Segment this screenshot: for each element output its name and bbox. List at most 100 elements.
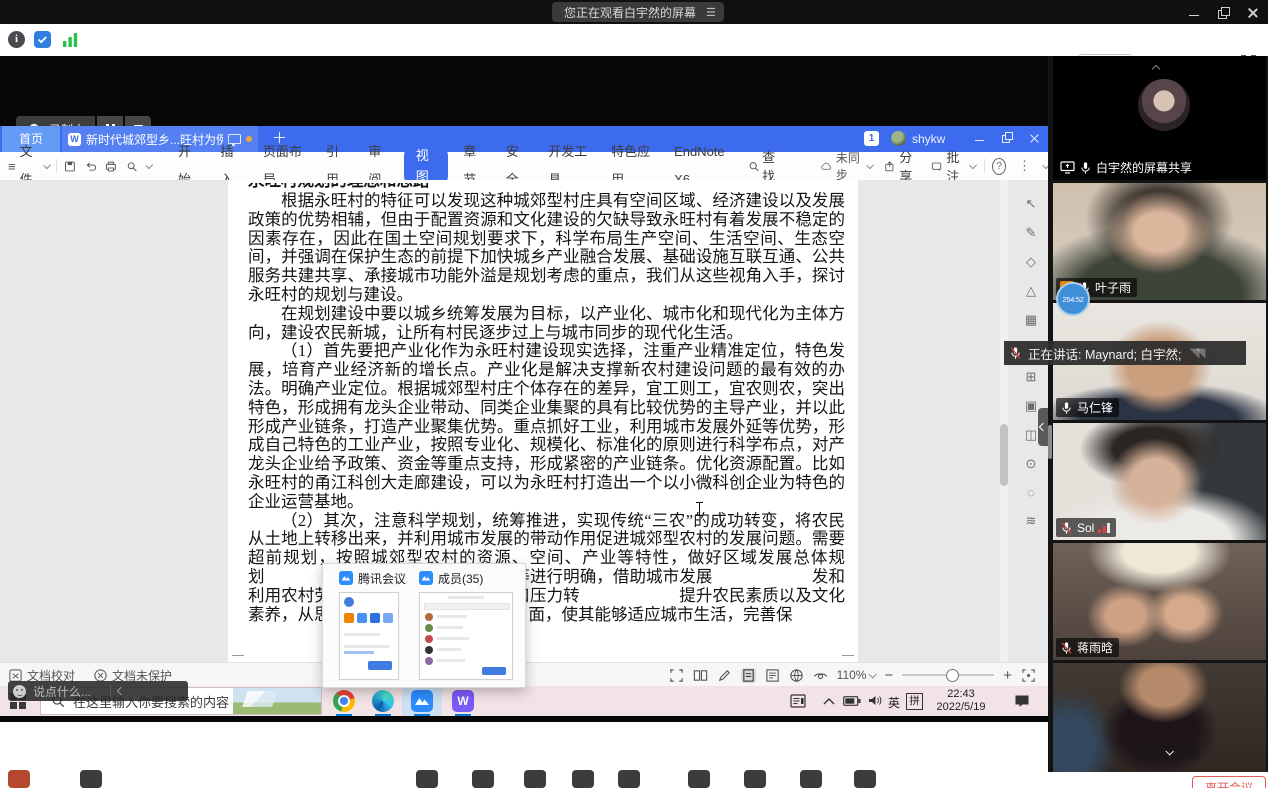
tool-waves-icon[interactable]: ≋	[1026, 513, 1037, 529]
meeting-toolbar-cut-icon[interactable]	[8, 770, 30, 788]
sync-status[interactable]: 未同步	[821, 149, 872, 183]
taskbar-clock[interactable]: 22:43 2022/5/19	[925, 688, 997, 714]
notification-badge[interactable]: 1	[864, 131, 879, 146]
tool-circle-icon[interactable]: ◌	[1027, 485, 1035, 500]
action-center-icon[interactable]	[1014, 694, 1030, 708]
wps-taskbar-icon[interactable]: W	[452, 690, 474, 712]
tool-pen-icon[interactable]: ✎	[1026, 225, 1037, 241]
chrome-icon[interactable]	[333, 690, 355, 712]
tencent-meeting-icon[interactable]	[411, 690, 433, 712]
zoom-slider[interactable]	[902, 674, 994, 676]
two-page-view-icon[interactable]	[693, 668, 708, 683]
ink-edit-icon[interactable]	[717, 668, 732, 683]
participant-tile-yeziyu[interactable]: 叶子雨	[1053, 183, 1266, 300]
outline-view-icon[interactable]	[765, 668, 780, 683]
tool-select-icon[interactable]: ↖	[1026, 196, 1037, 212]
tool-target-icon[interactable]: ⊙	[1026, 456, 1037, 472]
meeting-taskbar-cell[interactable]	[402, 686, 442, 716]
preview-meeting-window[interactable]: 腾讯会议	[339, 570, 406, 586]
web-view-icon[interactable]	[789, 668, 804, 683]
zoom-in-icon[interactable]: +	[1003, 667, 1012, 684]
document-scrollbar[interactable]	[1000, 180, 1008, 662]
tool-shape-icon[interactable]: ◇	[1026, 254, 1036, 270]
undo-icon[interactable]	[85, 159, 97, 174]
participant-name: 白宇然的屏幕共享	[1096, 159, 1192, 176]
document-scrollbar-thumb[interactable]	[1000, 424, 1008, 486]
wps-close-icon[interactable]	[1030, 133, 1041, 144]
participant-tile-phone-user[interactable]	[1053, 663, 1266, 772]
save-icon[interactable]	[64, 159, 76, 174]
page-view-icon[interactable]	[741, 668, 756, 683]
participant-tile-sol[interactable]: Sol	[1053, 423, 1266, 540]
close-icon[interactable]	[1247, 7, 1258, 18]
ime-language[interactable]: 英	[888, 694, 900, 711]
banner-menu-icon[interactable]: ☰	[706, 6, 716, 19]
preview-members-window[interactable]: 成员(35)	[419, 570, 483, 586]
sidebar-scrollbar-thumb[interactable]	[1048, 425, 1052, 459]
clock-date: 2022/5/19	[925, 701, 997, 714]
zoom-out-icon[interactable]: −	[884, 667, 893, 684]
tool-grid-icon[interactable]: ▦	[1025, 312, 1037, 328]
watching-banner[interactable]: 您正在观看白宇然的屏幕 ☰	[552, 2, 724, 22]
print-icon[interactable]	[105, 159, 117, 174]
floating-timer-bubble[interactable]: 254:52	[1056, 282, 1090, 316]
restore-icon[interactable]	[1218, 7, 1229, 18]
tool-pages-icon[interactable]: ▣	[1025, 398, 1037, 414]
participant-tile-screenshare[interactable]: 白宇然的屏幕共享	[1053, 56, 1266, 180]
zoom-slider-knob[interactable]	[946, 669, 959, 682]
tool-insert-icon[interactable]: ⊞	[1026, 369, 1037, 385]
tool-columns-icon[interactable]: ◫	[1025, 427, 1037, 443]
wps-user-avatar[interactable]	[891, 131, 906, 146]
minimize-icon[interactable]	[1189, 7, 1200, 18]
danmaku-bar[interactable]: 说点什么...	[8, 681, 188, 701]
fit-page-icon[interactable]	[1021, 668, 1036, 683]
help-icon[interactable]: ?	[992, 158, 1006, 175]
meeting-toolbar-cut-icon[interactable]	[416, 770, 438, 788]
eye-protect-icon[interactable]	[813, 668, 828, 683]
wps-restore-icon[interactable]	[1002, 133, 1013, 144]
zoom-level-button[interactable]: 110%	[837, 668, 876, 682]
meeting-toolbar-cut-icon[interactable]	[472, 770, 494, 788]
battery-icon[interactable]	[843, 696, 861, 706]
emoji-icon[interactable]	[13, 685, 26, 698]
security-shield-icon[interactable]	[34, 31, 51, 48]
meeting-toolbar-cut-icon[interactable]	[688, 770, 710, 788]
meeting-window-thumbnail[interactable]	[339, 592, 399, 680]
participant-name: 蒋雨晗	[1077, 639, 1113, 656]
news-widget-icon[interactable]	[790, 694, 806, 708]
panel-collapse-handle[interactable]	[1038, 408, 1048, 446]
meeting-info-icon[interactable]: i	[8, 31, 25, 48]
find-icon[interactable]	[748, 159, 760, 174]
speaker-icon[interactable]	[868, 694, 882, 707]
tool-triangle-icon[interactable]: △	[1026, 283, 1036, 299]
danmaku-collapse-icon[interactable]	[117, 687, 125, 695]
leave-meeting-button[interactable]: 离开会议	[1192, 776, 1266, 788]
tile-collapse-icon[interactable]	[1152, 65, 1160, 73]
tray-expand-icon[interactable]	[823, 697, 835, 705]
fullscreen-view-icon[interactable]	[669, 668, 684, 683]
members-window-thumbnail[interactable]	[419, 592, 513, 680]
wps-minimize-icon[interactable]	[975, 133, 986, 144]
taskbar-preview-popup: 腾讯会议 成员(35)	[322, 563, 526, 688]
wps-active-indicator	[455, 714, 471, 716]
network-signal-icon[interactable]	[62, 31, 79, 48]
meeting-toolbar-cut-icon[interactable]	[854, 770, 876, 788]
meeting-toolbar-cut-icon[interactable]	[800, 770, 822, 788]
meeting-toolbar-cut-icon[interactable]	[744, 770, 766, 788]
quickbar-more-icon[interactable]	[145, 161, 153, 169]
mic-on-icon	[1079, 161, 1092, 175]
ime-pinyin[interactable]: 拼	[906, 693, 923, 710]
meeting-toolbar-cut-icon[interactable]	[80, 770, 102, 788]
participant-tile-jiangyuhan[interactable]: 蒋雨晗	[1053, 543, 1266, 660]
edge-icon[interactable]	[372, 690, 394, 712]
tile-expand-button[interactable]	[1138, 743, 1200, 760]
meeting-toolbar-cut-icon[interactable]	[572, 770, 594, 788]
meeting-toolbar-cut-icon[interactable]	[524, 770, 546, 788]
mic-muted-icon	[1060, 521, 1073, 535]
meeting-toolbar-cut-icon[interactable]	[618, 770, 640, 788]
more-options-icon[interactable]: ⋮	[1018, 158, 1031, 174]
print-preview-icon[interactable]	[126, 159, 138, 174]
danmaku-placeholder[interactable]: 说点什么...	[33, 683, 91, 700]
meeting-titlebar: 您正在观看白宇然的屏幕 ☰	[0, 0, 1268, 24]
search-daily-image[interactable]	[233, 688, 321, 714]
